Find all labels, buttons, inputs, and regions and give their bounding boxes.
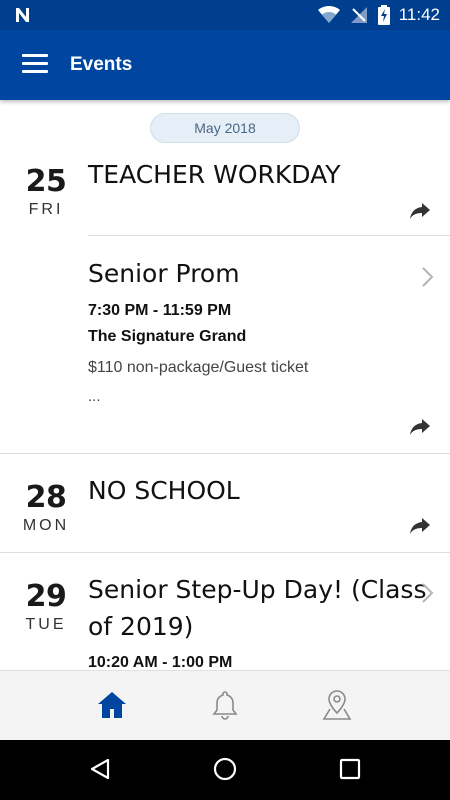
event-title-line-2: of 2019) (88, 612, 194, 641)
event-title-line-1: Senior Step-Up Day! (Class (88, 575, 427, 604)
event-more-text: ... (88, 388, 101, 405)
event-venue: The Signature Grand (88, 328, 247, 345)
share-icon[interactable] (410, 203, 430, 219)
chevron-right-icon[interactable] (420, 266, 434, 288)
page-title: Events (70, 54, 133, 75)
share-icon[interactable] (410, 419, 430, 435)
date-day: 29 (25, 579, 67, 614)
date-weekday: FRI (28, 201, 64, 218)
system-navigation-bar (0, 740, 450, 800)
bottom-navigation (0, 670, 450, 740)
status-bar: 11:42 (0, 0, 450, 30)
divider (0, 552, 450, 553)
event-time: 10:20 AM - 1:00 PM (88, 654, 233, 670)
date-weekday: TUE (25, 616, 67, 633)
event-title: NO SCHOOL (88, 476, 240, 505)
signal-icon (350, 6, 368, 29)
divider (88, 235, 450, 236)
home-icon[interactable] (96, 689, 128, 721)
date-block: 29 TUE (18, 579, 74, 634)
hamburger-menu-icon[interactable] (22, 54, 48, 76)
battery-charging-icon (378, 5, 390, 30)
event-time: 7:30 PM - 11:59 PM (88, 302, 232, 319)
n-logo-icon (14, 6, 32, 29)
date-block: 28 MON (18, 480, 74, 535)
back-icon[interactable] (88, 757, 112, 786)
recents-square-icon[interactable] (338, 757, 362, 786)
date-day: 28 (25, 480, 67, 515)
status-time: 11:42 (398, 5, 440, 24)
month-header: May 2018 (150, 113, 300, 143)
event-description: $110 non-package/Guest ticket (88, 359, 309, 376)
map-pin-icon[interactable] (321, 689, 353, 721)
event-title: TEACHER WORKDAY (88, 160, 341, 189)
date-weekday: MON (22, 517, 70, 534)
status-icons (318, 5, 390, 30)
wifi-icon (318, 5, 340, 29)
events-list[interactable]: May 2018 25 FRI TEACHER WORKDAY Senior P… (0, 100, 450, 670)
share-icon[interactable] (410, 518, 430, 534)
event-title: Senior Prom (88, 259, 240, 288)
home-circle-icon[interactable] (213, 757, 237, 786)
bell-icon[interactable] (209, 689, 241, 721)
divider (0, 453, 450, 454)
date-day: 25 (25, 164, 67, 199)
chevron-right-icon[interactable] (420, 582, 434, 604)
date-block: 25 FRI (18, 164, 74, 219)
app-bar: Events (0, 30, 450, 100)
